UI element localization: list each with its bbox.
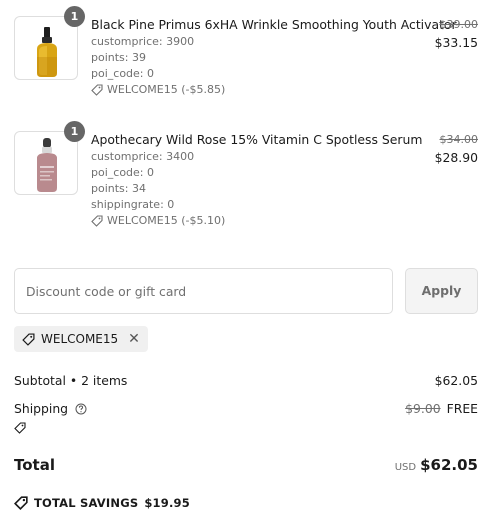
tag-icon (14, 496, 28, 510)
shipping-value-group: $9.00 FREE (405, 401, 478, 416)
subtotal-row: Subtotal • 2 items $62.05 (14, 373, 480, 388)
currency-code: USD (394, 462, 417, 473)
discount-form: Apply (14, 268, 480, 314)
total-label: Total (14, 456, 55, 474)
tag-icon (14, 422, 26, 434)
total-savings: TOTAL SAVINGS $19.95 (14, 496, 190, 510)
shipping-old-price: $9.00 (405, 401, 441, 416)
gold-serum-bottle-icon (37, 27, 57, 77)
shipping-row: Shipping $9.00 FREE (14, 401, 480, 416)
tag-icon (91, 215, 103, 227)
item-info: Apothecary Wild Rose 15% Vitamin C Spotl… (91, 131, 423, 229)
item-discount-label: WELCOME15 (-$5.10) (107, 214, 226, 227)
apply-button[interactable]: Apply (405, 268, 478, 314)
item-name: Apothecary Wild Rose 15% Vitamin C Spotl… (91, 132, 423, 147)
compare-price: $34.00 (439, 133, 479, 146)
remove-code-icon[interactable]: ✕ (128, 331, 140, 347)
applied-code-label: WELCOME15 (41, 332, 119, 346)
price-column: $39.00 $33.15 (435, 16, 478, 52)
item-info: Black Pine Primus 6xHA Wrinkle Smoothing… (91, 16, 457, 98)
item-price: $33.15 (434, 35, 478, 50)
line-item: 1 Black Pine Primus 6xHA Wrinkle Smoothi… (14, 6, 480, 100)
tag-icon (22, 332, 35, 346)
line-item: 1 Apothecary Wild Rose 15% Vitamin C Spo… (14, 121, 480, 231)
total-value-group: USD $62.05 (395, 456, 478, 474)
discount-code-input[interactable] (14, 268, 393, 314)
item-property: customprice: 3400 (91, 150, 195, 163)
total-value: $62.05 (420, 456, 478, 474)
item-discount: WELCOME15 (-$5.10) (91, 213, 391, 229)
item-discount-label: WELCOME15 (-$5.85) (107, 83, 226, 96)
quantity-badge: 1 (64, 121, 85, 142)
item-property: points: 34 (91, 182, 146, 195)
savings-value: $19.95 (144, 496, 190, 510)
compare-price: $39.00 (439, 18, 479, 31)
tag-icon (91, 84, 103, 96)
shipping-label: Shipping (14, 401, 69, 416)
item-discount: WELCOME15 (-$5.85) (91, 82, 391, 98)
savings-label: TOTAL SAVINGS (34, 496, 139, 510)
pink-serum-bottle-icon (37, 138, 57, 192)
item-property: poi_code: 0 (91, 67, 154, 80)
item-price: $28.90 (434, 150, 478, 165)
item-property: poi_code: 0 (91, 166, 154, 179)
help-icon[interactable] (75, 403, 87, 415)
item-property: customprice: 3900 (91, 35, 195, 48)
applied-discount-chip: WELCOME15 ✕ (14, 326, 148, 352)
total-row: Total USD $62.05 (14, 456, 480, 478)
item-property: points: 39 (91, 51, 146, 64)
quantity-badge: 1 (64, 6, 85, 27)
subtotal-value: $62.05 (434, 373, 478, 388)
item-name: Black Pine Primus 6xHA Wrinkle Smoothing… (91, 17, 457, 32)
item-property: shippingrate: 0 (91, 198, 175, 211)
subtotal-label: Subtotal • 2 items (14, 373, 128, 388)
shipping-value: FREE (446, 401, 478, 416)
price-column: $34.00 $28.90 (435, 131, 478, 167)
